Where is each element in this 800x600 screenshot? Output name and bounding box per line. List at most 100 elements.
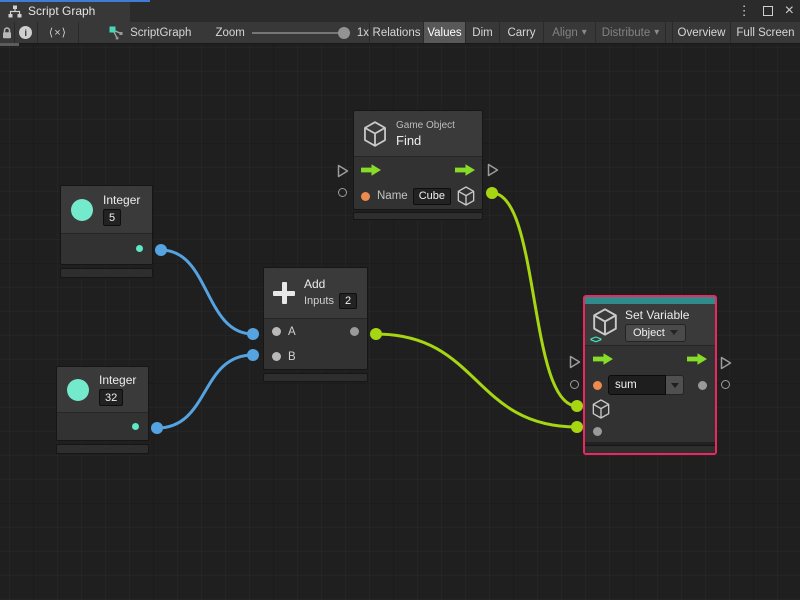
- input-port-a[interactable]: [272, 327, 281, 336]
- code-view-button[interactable]: ⟨×⟩: [38, 22, 79, 43]
- dim-label: Dim: [472, 27, 492, 39]
- wire-endpoint[interactable]: [370, 328, 382, 340]
- variable-name-value[interactable]: sum: [608, 375, 666, 395]
- node-footer: [353, 212, 483, 220]
- variable-name-port[interactable]: [593, 381, 602, 390]
- carry-toggle[interactable]: Carry: [499, 22, 543, 43]
- graph-canvas[interactable]: Integer 5 Integer 32: [0, 44, 800, 600]
- panel-tab-indicator: [0, 43, 19, 46]
- scope-label: Object: [633, 327, 665, 339]
- target-object-row: [585, 398, 715, 420]
- titlebar: Script Graph ⋮ ×: [0, 0, 800, 22]
- script-graph-window: Script Graph ⋮ × i ⟨×⟩: [0, 0, 800, 600]
- flow-in-port[interactable]: [593, 353, 613, 365]
- maximize-icon[interactable]: [763, 6, 773, 16]
- graph-breadcrumb[interactable]: ScriptGraph: [109, 22, 191, 43]
- inspect-button[interactable]: i: [15, 22, 38, 43]
- wire-endpoint[interactable]: [247, 328, 259, 340]
- variable-name-dropdown-button[interactable]: [666, 375, 684, 395]
- wire-endpoint[interactable]: [151, 422, 163, 434]
- code-view-icon: ⟨×⟩: [49, 26, 67, 39]
- gameobject-input-port-icon[interactable]: [592, 399, 610, 419]
- gameobject-output-port-icon[interactable]: [457, 186, 475, 206]
- param-label: Name: [377, 190, 408, 202]
- zoom-slider-handle[interactable]: [338, 27, 350, 39]
- flow-row: [585, 346, 715, 372]
- output-port[interactable]: [132, 423, 139, 430]
- port-a-label: A: [288, 326, 296, 338]
- node-footer: [56, 444, 149, 454]
- integer-value-field[interactable]: 32: [99, 389, 123, 406]
- output-port-sum[interactable]: [350, 327, 359, 336]
- input-port-b[interactable]: [272, 352, 281, 361]
- node-gameobject-find[interactable]: Game Object Find Name Cube: [353, 110, 483, 220]
- hierarchy-icon: [8, 5, 22, 18]
- tab-label: Script Graph: [28, 4, 95, 18]
- node-integer-5[interactable]: Integer 5: [60, 185, 153, 278]
- active-tab-accent: [0, 0, 150, 2]
- values-label: Values: [427, 27, 461, 39]
- node-integer-32[interactable]: Integer 32: [56, 366, 149, 454]
- output-port[interactable]: [136, 245, 143, 252]
- flow-out-connector[interactable]: [487, 163, 499, 177]
- wire-add-to-setvariable[interactable]: [376, 334, 577, 427]
- wire-integer5-to-add-a[interactable]: [161, 250, 253, 334]
- wire-find-to-setvariable[interactable]: [492, 193, 577, 406]
- variable-name-row: sum: [585, 372, 715, 398]
- fullscreen-label: Full Screen: [736, 27, 794, 39]
- set-variable-icon: <>: [592, 308, 618, 341]
- name-input-port[interactable]: [361, 192, 370, 201]
- align-dropdown[interactable]: Align ▾: [543, 22, 595, 43]
- tab-script-graph[interactable]: Script Graph: [0, 0, 130, 22]
- value-input-port[interactable]: [593, 427, 602, 436]
- name-value-field[interactable]: Cube: [413, 188, 451, 205]
- flow-in-connector[interactable]: [569, 355, 581, 369]
- wire-integer32-to-add-b[interactable]: [157, 355, 253, 428]
- distribute-label: Distribute: [602, 27, 651, 39]
- inputs-label: Inputs: [304, 295, 334, 307]
- variable-scope-dropdown[interactable]: Object: [625, 324, 686, 342]
- output-port-value[interactable]: [698, 381, 707, 390]
- close-icon[interactable]: ×: [785, 0, 794, 22]
- data-in-connector[interactable]: [338, 188, 347, 197]
- graph-toolbar: i ⟨×⟩ ScriptGraph Zoom 1x Relations: [0, 22, 800, 44]
- values-toggle[interactable]: Values: [423, 22, 465, 43]
- variable-kind-strip: [585, 297, 715, 304]
- node-body: [61, 234, 152, 264]
- flow-out-port[interactable]: [455, 164, 475, 176]
- zoom-slider[interactable]: [252, 26, 350, 40]
- align-label: Align: [552, 27, 578, 39]
- flow-out-port[interactable]: [687, 353, 707, 365]
- wire-endpoint[interactable]: [486, 187, 498, 199]
- wire-endpoint[interactable]: [571, 400, 583, 412]
- flow-in-connector[interactable]: [337, 164, 349, 178]
- node-add[interactable]: Add Inputs 2 A B: [263, 267, 368, 382]
- wire-endpoint[interactable]: [247, 349, 259, 361]
- node-set-variable-selected[interactable]: <> Set Variable Object: [583, 295, 717, 455]
- wire-endpoint[interactable]: [155, 244, 167, 256]
- gameobject-cube-icon: [363, 121, 387, 147]
- toolbar-group-gap: [665, 22, 672, 43]
- zoom-slider-track: [252, 32, 350, 34]
- code-brackets-icon: <>: [590, 334, 601, 346]
- fullscreen-button[interactable]: Full Screen: [730, 22, 800, 43]
- wire-endpoint[interactable]: [571, 421, 583, 433]
- relations-toggle[interactable]: Relations: [369, 22, 423, 43]
- data-out-connector[interactable]: [721, 380, 730, 389]
- node-title: Find: [396, 133, 455, 148]
- zoom-value: 1x: [357, 27, 369, 39]
- flow-in-port[interactable]: [361, 164, 381, 176]
- flow-out-connector[interactable]: [720, 356, 732, 370]
- node-title: Integer: [99, 373, 136, 387]
- input-row-a: A: [264, 319, 367, 344]
- data-in-connector[interactable]: [570, 380, 579, 389]
- integer-value-field[interactable]: 5: [103, 209, 121, 226]
- lock-button[interactable]: [0, 22, 15, 43]
- variable-name-combobox[interactable]: sum: [608, 375, 684, 395]
- chevron-down-icon: [671, 383, 679, 388]
- overview-button[interactable]: Overview: [672, 22, 730, 43]
- inputs-count-field[interactable]: 2: [339, 293, 357, 309]
- dim-toggle[interactable]: Dim: [465, 22, 499, 43]
- distribute-dropdown[interactable]: Distribute ▾: [595, 22, 665, 43]
- menu-dots-icon[interactable]: ⋮: [738, 0, 751, 22]
